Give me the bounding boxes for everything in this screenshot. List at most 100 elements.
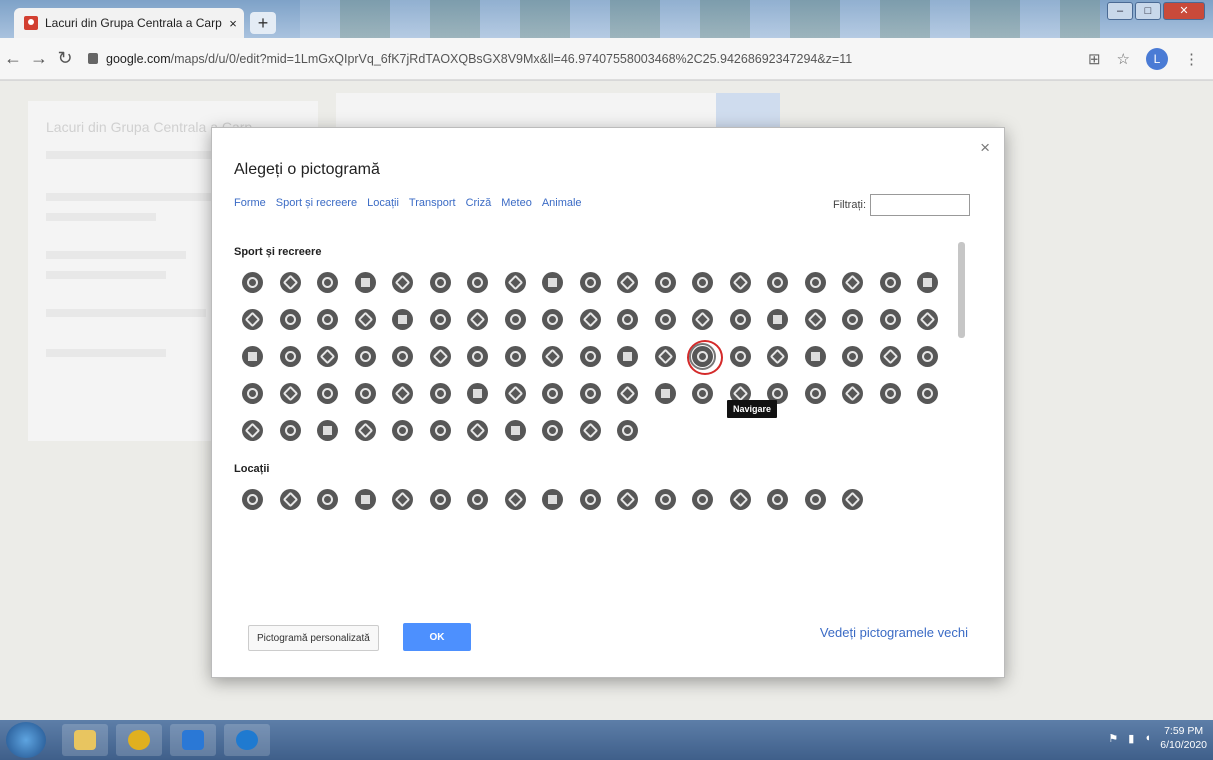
network-icon[interactable]: ▮ [1128, 732, 1134, 745]
map-marker-icon[interactable] [309, 375, 347, 412]
tab-forme[interactable]: Forme [234, 197, 266, 209]
map-marker-icon[interactable] [272, 412, 310, 449]
map-marker-icon[interactable] [572, 301, 610, 338]
map-marker-icon[interactable] [347, 412, 385, 449]
map-marker-icon[interactable] [534, 264, 572, 301]
map-marker-icon[interactable] [347, 375, 385, 412]
map-marker-icon[interactable] [834, 264, 872, 301]
map-marker-icon[interactable] [497, 264, 535, 301]
map-marker-icon[interactable] [797, 338, 835, 375]
map-marker-icon[interactable] [572, 481, 610, 518]
map-marker-icon[interactable] [497, 301, 535, 338]
map-marker-icon[interactable] [534, 301, 572, 338]
map-marker-icon[interactable] [384, 412, 422, 449]
map-marker-icon[interactable] [797, 301, 835, 338]
volume-icon[interactable]: ◖ [1144, 732, 1151, 745]
map-marker-icon[interactable] [684, 264, 722, 301]
map-marker-icon[interactable] [572, 375, 610, 412]
map-marker-icon[interactable] [497, 338, 535, 375]
reload-icon[interactable]: ↻ [52, 48, 78, 69]
map-marker-icon[interactable] [647, 264, 685, 301]
maximize-button[interactable]: □ [1135, 2, 1161, 20]
map-marker-icon[interactable] [459, 301, 497, 338]
map-marker-icon[interactable] [422, 338, 460, 375]
filter-input[interactable] [870, 194, 970, 216]
map-marker-icon[interactable] [909, 264, 947, 301]
menu-dots-icon[interactable]: ⋮ [1184, 50, 1199, 68]
tab-sport[interactable]: Sport și recreere [276, 197, 357, 209]
map-marker-icon[interactable] [722, 338, 760, 375]
map-marker-icon[interactable] [309, 301, 347, 338]
taskbar-chrome[interactable] [116, 724, 162, 756]
translate-icon[interactable]: ⊞ [1088, 50, 1101, 68]
tab-criza[interactable]: Criză [466, 197, 492, 209]
map-marker-icon[interactable] [347, 264, 385, 301]
map-marker-icon[interactable] [309, 338, 347, 375]
map-marker-icon[interactable] [272, 264, 310, 301]
map-marker-icon[interactable] [834, 338, 872, 375]
map-marker-icon[interactable] [572, 412, 610, 449]
map-marker-icon[interactable] [759, 481, 797, 518]
map-marker-icon[interactable] [234, 481, 272, 518]
tab-animale[interactable]: Animale [542, 197, 582, 209]
navigation-icon[interactable] [684, 338, 723, 375]
map-marker-icon[interactable] [384, 481, 422, 518]
dialog-close-icon[interactable]: × [980, 138, 990, 158]
map-marker-icon[interactable] [834, 301, 872, 338]
map-marker-icon[interactable] [647, 481, 685, 518]
map-marker-icon[interactable] [759, 264, 797, 301]
map-marker-icon[interactable] [272, 375, 310, 412]
minimize-button[interactable]: – [1107, 2, 1133, 20]
map-marker-icon[interactable] [909, 338, 947, 375]
old-icons-link[interactable]: Vedeți pictogramele vechi [820, 625, 968, 640]
map-marker-icon[interactable] [497, 412, 535, 449]
window-close-button[interactable]: ✕ [1163, 2, 1205, 20]
map-marker-icon[interactable] [384, 264, 422, 301]
map-marker-icon[interactable] [497, 481, 535, 518]
flag-icon[interactable]: ⚑ [1108, 732, 1118, 745]
new-tab-button[interactable]: + [250, 12, 276, 34]
map-marker-icon[interactable] [872, 264, 910, 301]
map-marker-icon[interactable] [834, 375, 872, 412]
map-marker-icon[interactable] [384, 338, 422, 375]
map-marker-icon[interactable] [459, 481, 497, 518]
map-marker-icon[interactable] [272, 481, 310, 518]
map-marker-icon[interactable] [309, 481, 347, 518]
map-marker-icon[interactable] [459, 264, 497, 301]
map-marker-icon[interactable] [234, 264, 272, 301]
custom-icon-button[interactable]: Pictogramă personalizată [248, 625, 379, 651]
map-marker-icon[interactable] [797, 481, 835, 518]
map-marker-icon[interactable] [609, 481, 647, 518]
map-marker-icon[interactable] [459, 412, 497, 449]
taskbar-explorer[interactable] [62, 724, 108, 756]
browser-tab[interactable]: Lacuri din Grupa Centrala a Carpa × [14, 8, 244, 38]
tab-close-icon[interactable]: × [222, 16, 244, 31]
map-marker-icon[interactable] [759, 301, 797, 338]
map-marker-icon[interactable] [609, 301, 647, 338]
map-marker-icon[interactable] [647, 301, 685, 338]
taskbar-app[interactable] [170, 724, 216, 756]
map-marker-icon[interactable] [534, 338, 572, 375]
forward-arrow-icon[interactable]: → [26, 48, 52, 69]
map-marker-icon[interactable] [234, 412, 272, 449]
tab-transport[interactable]: Transport [409, 197, 456, 209]
map-marker-icon[interactable] [872, 301, 910, 338]
map-marker-icon[interactable] [347, 338, 385, 375]
map-marker-icon[interactable] [909, 301, 947, 338]
tab-locatii[interactable]: Locații [367, 197, 399, 209]
map-marker-icon[interactable] [347, 481, 385, 518]
map-marker-icon[interactable] [422, 412, 460, 449]
address-bar[interactable]: google.com /maps/d/u/0/edit?mid=1LmGxQIp… [88, 52, 1088, 66]
profile-avatar[interactable]: L [1146, 48, 1168, 70]
map-marker-icon[interactable] [347, 301, 385, 338]
map-marker-icon[interactable] [609, 264, 647, 301]
map-marker-icon[interactable] [384, 375, 422, 412]
map-marker-icon[interactable] [459, 375, 497, 412]
bookmark-star-icon[interactable]: ☆ [1117, 50, 1130, 68]
taskbar-edge[interactable] [224, 724, 270, 756]
back-arrow-icon[interactable]: ← [0, 48, 26, 69]
dialog-scrollbar[interactable] [958, 242, 965, 338]
icon-scroll-area[interactable]: Sport și recreere Locații [234, 240, 974, 600]
map-marker-icon[interactable] [422, 301, 460, 338]
map-marker-icon[interactable] [609, 375, 647, 412]
